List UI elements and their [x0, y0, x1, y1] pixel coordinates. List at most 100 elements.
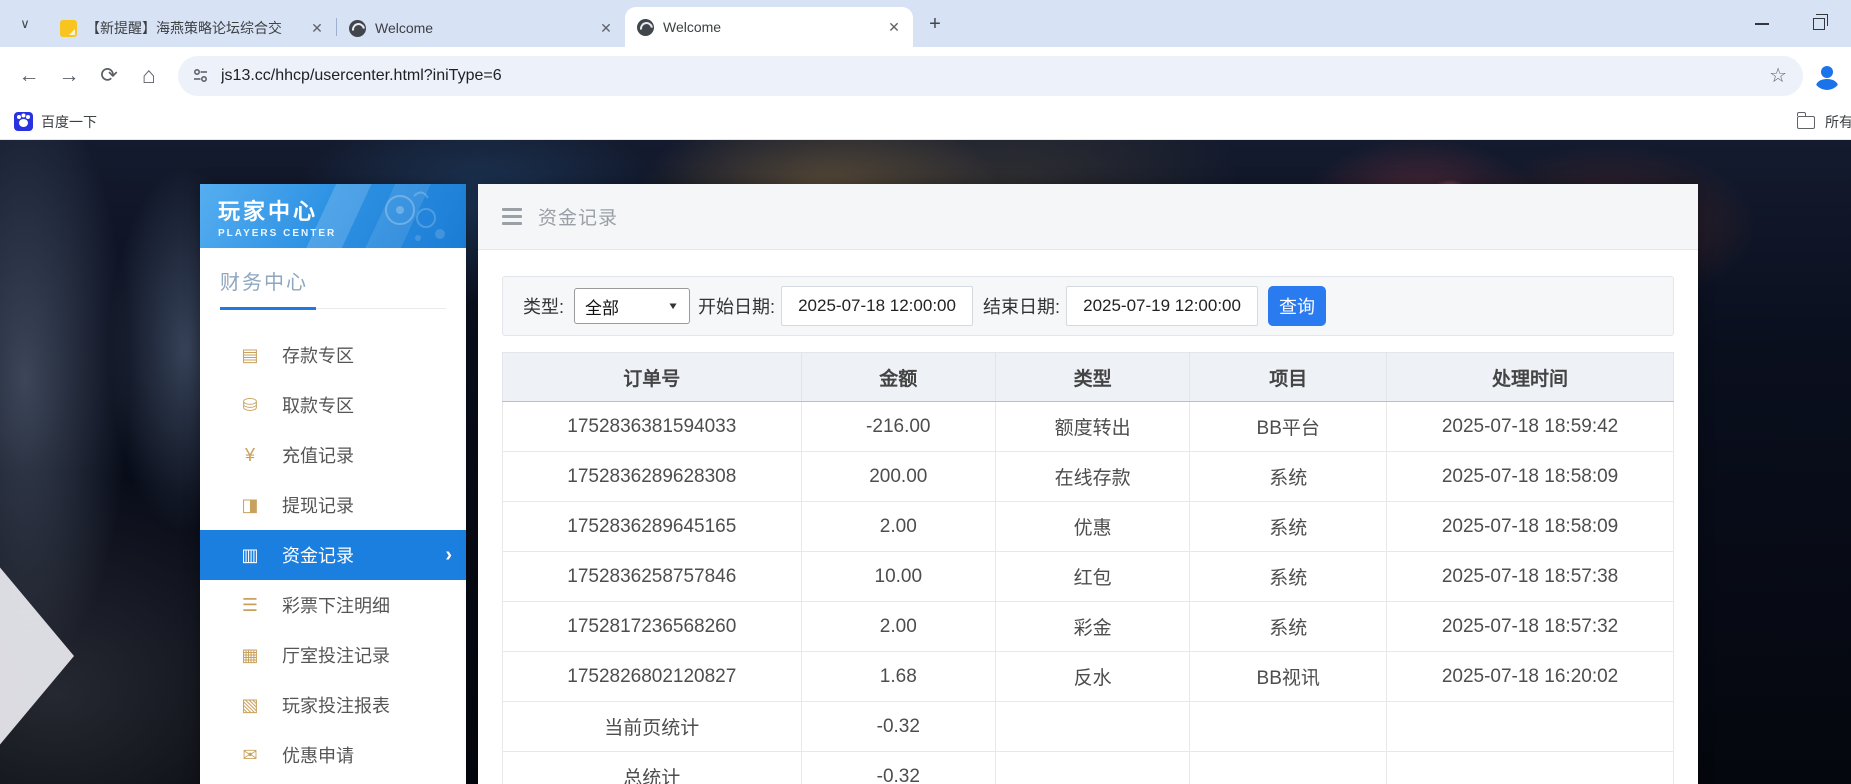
window-restore-icon[interactable] [1813, 18, 1825, 30]
site-settings-icon[interactable] [192, 67, 209, 84]
table-cell: 额度转出 [995, 402, 1189, 452]
sidebar-item-0[interactable]: ▤存款专区› [200, 330, 466, 380]
table-header-cell: 类型 [995, 353, 1189, 402]
sidebar-item-4[interactable]: ▥ 资金记录› [200, 530, 466, 580]
table-cell: 彩金 [995, 602, 1189, 652]
sidebar-item-label: 玩家投注报表 [282, 692, 452, 718]
sidebar-menu: ▤存款专区›⛁取款专区›¥充值记录›◨提现记录›▥资金记录›☰彩票下注明细›▦厅… [200, 330, 466, 780]
browser-toolbar: ← → ⟳ ⌂ js13.cc/hhcp/usercenter.html?ini… [0, 47, 1851, 104]
table-cell: 2025-07-18 18:57:38 [1387, 552, 1674, 602]
table-cell: 在线存款 [995, 452, 1189, 502]
start-date-label: 开始日期: [698, 293, 775, 319]
new-tab-button[interactable]: + [921, 10, 949, 38]
table-cell: -0.32 [801, 702, 995, 752]
start-date-input[interactable] [781, 286, 973, 326]
reload-icon[interactable]: ⟳ [92, 59, 126, 93]
table-cell: 200.00 [801, 452, 995, 502]
forward-icon[interactable]: → [52, 59, 86, 93]
table-cell: 1752817236568260 [503, 602, 802, 652]
table-cell: 2.00 [801, 502, 995, 552]
promo-apply-envelope-icon: ✉ [238, 745, 262, 766]
sidebar-item-label: 厅室投注记录 [282, 642, 452, 668]
table-summary-row: 当前页统计-0.32 [503, 702, 1674, 752]
table-summary-row: 总统计-0.32 [503, 752, 1674, 784]
end-date-label: 结束日期: [983, 293, 1060, 319]
panel-body: 类型: 全部 ▼ 开始日期: 结束日期: 查询 订单号金额类型项目处理时间 17… [478, 250, 1698, 784]
url-text[interactable]: js13.cc/hhcp/usercenter.html?iniType=6 [221, 67, 1767, 85]
back-icon[interactable]: ← [12, 59, 46, 93]
tab-close-icon[interactable]: ✕ [308, 19, 326, 37]
hall-bet-record-icon: ▦ [238, 645, 262, 666]
table-cell: 系统 [1190, 502, 1387, 552]
finance-section: 财务中心 [200, 248, 466, 310]
table-cell: 1752836289645165 [503, 502, 802, 552]
baidu-paw-icon [14, 112, 33, 131]
table-row: 175283625875784610.00红包系统2025-07-18 18:5… [503, 552, 1674, 602]
tab-title: Welcome [375, 20, 597, 36]
table-cell: 2025-07-18 18:58:09 [1387, 452, 1674, 502]
search-button[interactable]: 查询 [1268, 286, 1326, 326]
bookmarks-bar: 百度一下 所有书签 [0, 104, 1851, 140]
sidebar-item-label: 资金记录 [282, 542, 445, 568]
players-center-sidebar: 玩家中心 PLAYERS CENTER 财务中心 ▤ 存款专区 › ⛁取款专区›¥充值… [200, 184, 466, 784]
table-cell: 1752836289628308 [503, 452, 802, 502]
table-cell: BB平台 [1190, 402, 1387, 452]
deposit-card-icon: ▤ [238, 345, 262, 366]
sidebar-item-label: 优惠申请 [282, 742, 452, 768]
chevron-right-icon: › [445, 544, 452, 567]
finance-section-title: 财务中心 [220, 266, 446, 307]
table-cell: 系统 [1190, 602, 1387, 652]
sidebar-item-7[interactable]: ▧玩家投注报表› [200, 680, 466, 730]
table-cell [1190, 702, 1387, 752]
table-cell [1387, 752, 1674, 784]
player-bet-report-icon: ▧ [238, 695, 262, 716]
type-select-value: 全部 [585, 294, 619, 319]
hamburger-menu-icon[interactable] [502, 208, 522, 225]
tab-title: Welcome [663, 19, 885, 35]
bookmark-star-icon[interactable]: ☆ [1767, 63, 1789, 88]
table-cell [1387, 702, 1674, 752]
chevron-down-icon: ▼ [667, 300, 679, 311]
sidebar-item-1[interactable]: ⛁取款专区› [200, 380, 466, 430]
tab-welcome-2-active[interactable]: Welcome ✕ [625, 7, 913, 47]
sidebar-item-3[interactable]: ◨提现记录› [200, 480, 466, 530]
table-cell: 2025-07-18 18:59:42 [1387, 402, 1674, 452]
table-cell: 1752836258757846 [503, 552, 802, 602]
sidebar-item-6[interactable]: ▦厅室投注记录› [200, 630, 466, 680]
tab-search-chevron-icon[interactable]: ∨ [10, 9, 40, 39]
all-bookmarks-area[interactable]: 所有书签 [1787, 104, 1851, 140]
type-select[interactable]: 全部 ▼ [574, 288, 690, 324]
type-label: 类型: [523, 293, 564, 319]
table-body: 1752836381594033-216.00额度转出BB平台2025-07-1… [503, 402, 1674, 784]
table-row: 17528268021208271.68反水BB视讯2025-07-18 16:… [503, 652, 1674, 702]
table-header-cell: 处理时间 [1387, 353, 1674, 402]
tab-close-icon[interactable]: ✕ [597, 19, 615, 37]
sidebar-item-2[interactable]: ¥充值记录› [200, 430, 466, 480]
sidebar-item-label: 充值记录 [282, 442, 452, 468]
section-divider [220, 307, 446, 310]
table-header-cell: 订单号 [503, 353, 802, 402]
table-cell: 系统 [1190, 452, 1387, 502]
bookmark-baidu[interactable]: 百度一下 [14, 112, 97, 132]
table-cell [1190, 752, 1387, 784]
window-minimize-icon[interactable] [1755, 23, 1769, 25]
table-cell: 系统 [1190, 552, 1387, 602]
sidebar-item-label: 存款专区 [282, 342, 452, 368]
sidebar-item-label: 彩票下注明细 [282, 592, 452, 618]
sidebar-item-label: 提现记录 [282, 492, 452, 518]
sidebar-item-8[interactable]: ✉优惠申请› [200, 730, 466, 780]
profile-avatar-icon[interactable] [1813, 62, 1841, 90]
sidebar-header: 玩家中心 PLAYERS CENTER [200, 184, 466, 248]
lottery-bet-detail-icon: ☰ [238, 595, 262, 616]
sidebar-item-5[interactable]: ☰彩票下注明细› [200, 580, 466, 630]
home-icon[interactable]: ⌂ [132, 59, 166, 93]
address-bar[interactable]: js13.cc/hhcp/usercenter.html?iniType=6 ☆ [178, 56, 1803, 96]
table-cell: 当前页统计 [503, 702, 802, 752]
table-header-row: 订单号金额类型项目处理时间 [503, 353, 1674, 402]
tab-welcome-1[interactable]: Welcome ✕ [337, 9, 625, 47]
browser-tab-bar: ∨ 【新提醒】海燕策略论坛综合交 ✕ Welcome ✕ Welcome ✕ + [0, 0, 1851, 47]
funds-record-icon: ▥ [238, 545, 262, 566]
tab-forum[interactable]: 【新提醒】海燕策略论坛综合交 ✕ [48, 9, 336, 47]
end-date-input[interactable] [1066, 286, 1258, 326]
tab-close-icon[interactable]: ✕ [885, 18, 903, 36]
